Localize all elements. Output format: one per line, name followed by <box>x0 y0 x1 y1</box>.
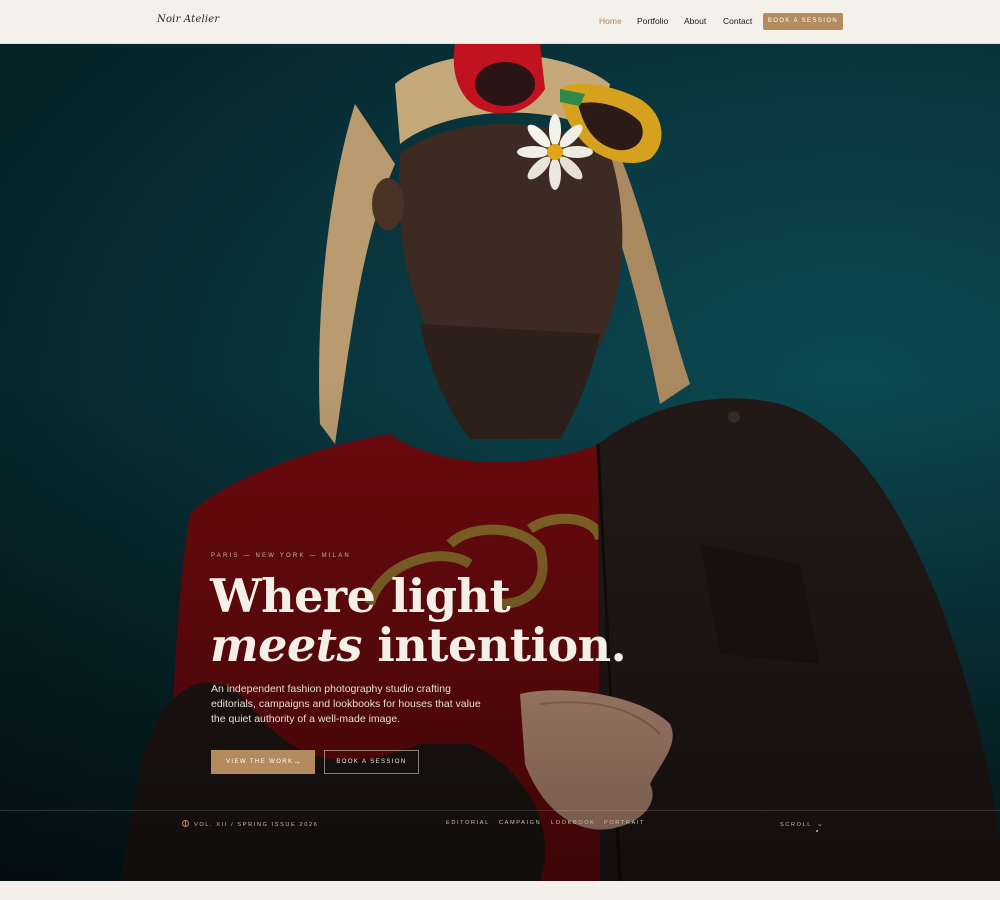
category-portrait[interactable]: PORTRAIT <box>604 820 645 826</box>
divider <box>0 810 1000 811</box>
brand-logo[interactable]: Noir Atelier <box>157 14 219 25</box>
scroll-indicator[interactable]: SCROLL ⌄ <box>780 820 823 828</box>
scroll-label: SCROLL <box>780 822 812 828</box>
chevron-down-icon: ⌄ <box>816 821 823 828</box>
scroll-dot <box>816 830 818 832</box>
headline-italic: meets <box>210 618 362 672</box>
category-editorial[interactable]: EDITORIAL <box>446 820 490 826</box>
view-work-button[interactable]: VIEW THE WORK → <box>211 750 315 774</box>
arrow-right-icon: → <box>293 757 301 766</box>
view-work-label: VIEW THE WORK <box>226 759 294 765</box>
nav-portfolio[interactable]: Portfolio <box>637 16 668 26</box>
issue-text: VOL. XII / SPRING ISSUE 2026 <box>194 822 319 828</box>
book-session-button[interactable]: BOOK A SESSION <box>324 750 419 774</box>
headline-line-1: Where light <box>210 569 511 623</box>
site-header: Noir Atelier Home Portfolio About Contac… <box>0 0 1000 44</box>
nav-contact[interactable]: Contact <box>723 16 752 26</box>
category-campaign[interactable]: CAMPAIGN <box>499 820 541 826</box>
hero-intro: An independent fashion photography studi… <box>211 683 481 725</box>
category-lookbook[interactable]: LOOKBOOK <box>551 820 596 826</box>
hero-section: PARIS — NEW YORK — MILAN Where light mee… <box>0 44 1000 881</box>
headline-rest: intention. <box>377 618 627 672</box>
nav-about[interactable]: About <box>684 16 706 26</box>
issue-label: VOL. XII / SPRING ISSUE 2026 <box>182 820 318 828</box>
book-session-header-button[interactable]: BOOK A SESSION <box>763 13 843 30</box>
hero-eyebrow: PARIS — NEW YORK — MILAN <box>211 553 351 559</box>
hero-headline: Where light meets intention. <box>210 569 627 672</box>
hero-overlay <box>0 44 1000 881</box>
globe-icon <box>182 820 189 827</box>
nav-home[interactable]: Home <box>599 16 622 26</box>
